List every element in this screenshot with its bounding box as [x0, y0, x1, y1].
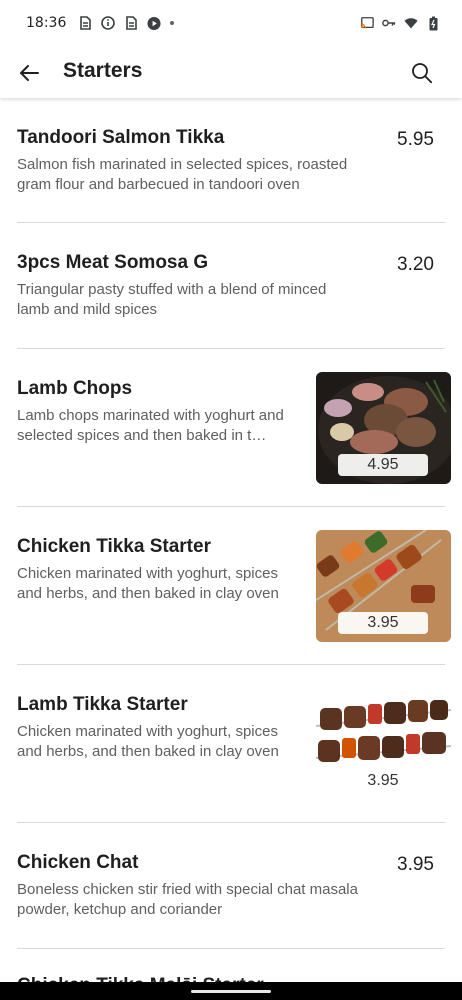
status-bar: 18:36 — [0, 0, 462, 46]
menu-item-lamb-chops[interactable]: Lamb Chops Lamb chops marinated with yog… — [17, 349, 451, 507]
item-price: 3.20 — [397, 254, 434, 275]
battery-icon — [426, 16, 440, 30]
app-bar: Starters — [0, 46, 462, 98]
menu-list: Tandoori Salmon Tikka Salmon fish marina… — [0, 98, 462, 949]
item-name: Chicken Chat — [17, 852, 139, 873]
cast-icon — [360, 16, 374, 30]
item-description: Chicken marinated with yoghurt, spices a… — [17, 723, 279, 760]
arrow-left-icon — [20, 65, 39, 81]
navigation-bar — [0, 982, 462, 1000]
item-name: 3pcs Meat Somosa G — [17, 252, 209, 273]
media-play-icon — [147, 16, 161, 30]
menu-item-lamb-tikka-starter[interactable]: Lamb Tikka Starter Chicken marinated wit… — [17, 665, 451, 823]
item-price-badge: 4.95 — [338, 454, 428, 476]
item-name: Chicken Tikka Starter — [17, 536, 211, 557]
back-button[interactable] — [16, 60, 42, 86]
menu-item-tandoori-salmon-tikka[interactable]: Tandoori Salmon Tikka Salmon fish marina… — [17, 98, 445, 223]
item-description: Lamb chops marinated with yoghurt and se… — [17, 407, 284, 444]
item-price: 5.95 — [397, 129, 434, 150]
page-title: Starters — [63, 59, 143, 82]
item-image-lamb-tikka[interactable]: 3.95 — [316, 688, 451, 800]
search-icon — [412, 63, 433, 84]
item-price-badge: 3.95 — [338, 612, 428, 634]
menu-item-chicken-chat[interactable]: Chicken Chat Boneless chicken stir fried… — [17, 823, 445, 949]
item-description: Salmon fish marinated in selected spices… — [17, 156, 348, 193]
search-button[interactable] — [410, 61, 434, 85]
menu-item-meat-somosa[interactable]: 3pcs Meat Somosa G Triangular pasty stuf… — [17, 223, 445, 349]
item-price: 3.95 — [397, 854, 434, 875]
item-price-badge: 3.95 — [338, 770, 428, 792]
sim-icon — [78, 16, 92, 30]
item-description: Boneless chicken stir fried with special… — [17, 881, 358, 918]
item-description: Triangular pasty stuffed with a blend of… — [17, 281, 327, 318]
item-name: Tandoori Salmon Tikka — [17, 127, 225, 148]
info-icon — [101, 16, 116, 30]
notification-dot-icon — [170, 21, 175, 25]
status-time: 18:36 — [26, 15, 67, 31]
item-name: Lamb Chops — [17, 378, 133, 399]
item-name: Lamb Tikka Starter — [17, 694, 188, 715]
item-description: Chicken marinated with yoghurt, spices a… — [17, 565, 279, 602]
wifi-icon — [404, 16, 418, 30]
vpn-key-icon — [382, 16, 396, 30]
menu-item-chicken-tikka-starter[interactable]: Chicken Tikka Starter Chicken marinated … — [17, 507, 451, 665]
item-image-lamb-chops[interactable]: 4.95 — [316, 372, 451, 484]
home-handle[interactable] — [191, 990, 271, 993]
sim-icon — [124, 16, 138, 30]
item-image-chicken-tikka[interactable]: 3.95 — [316, 530, 451, 642]
